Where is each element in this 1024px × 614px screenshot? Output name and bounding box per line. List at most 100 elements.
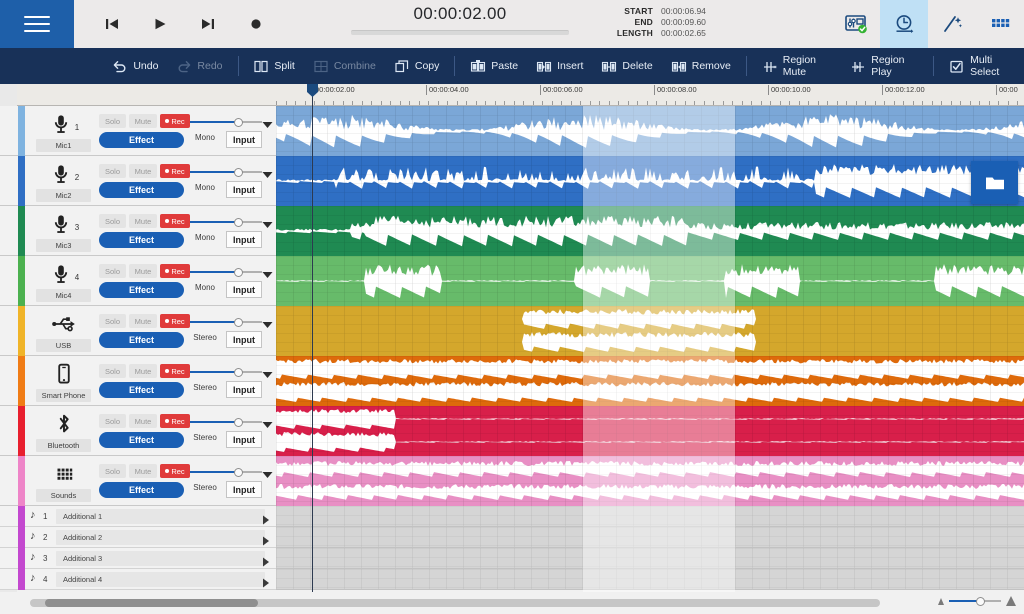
volume-slider-knob[interactable] — [234, 318, 243, 327]
track-waveform[interactable] — [276, 106, 1024, 156]
volume-slider-knob[interactable] — [234, 468, 243, 477]
track-volume-slider[interactable] — [190, 418, 262, 427]
zoom-small-icon[interactable] — [938, 597, 944, 605]
toolbar-multi-select-button[interactable]: Multi Select — [940, 48, 1024, 84]
track-mute-button[interactable]: Mute — [129, 464, 157, 478]
track-volume-slider[interactable] — [190, 118, 262, 127]
track-waveform[interactable] — [276, 456, 1024, 506]
track-waveform[interactable] — [276, 156, 1024, 206]
toolbar-delete-button[interactable]: Delete — [592, 48, 661, 84]
track-expand-chevron-down-icon[interactable] — [262, 316, 273, 334]
track-expand-chevron-down-icon[interactable] — [262, 416, 273, 434]
track-solo-button[interactable]: Solo — [99, 164, 126, 178]
track-mute-button[interactable]: Mute — [129, 314, 157, 328]
track-input-button[interactable]: Input — [226, 431, 262, 448]
track-mute-button[interactable]: Mute — [129, 114, 157, 128]
volume-slider-knob[interactable] — [234, 368, 243, 377]
track-input-button[interactable]: Input — [226, 331, 262, 348]
track-solo-button[interactable]: Solo — [99, 264, 126, 278]
additional-track-name-field[interactable]: Additional 3 — [56, 551, 265, 566]
track-record-button[interactable]: Rec — [160, 114, 190, 128]
horizontal-scrollbar-thumb[interactable] — [45, 599, 258, 607]
track-volume-slider[interactable] — [190, 368, 262, 377]
track-waveform[interactable] — [276, 306, 1024, 356]
track-mute-button[interactable]: Mute — [129, 214, 157, 228]
track-mute-button[interactable]: Mute — [129, 164, 157, 178]
toolbar-region-mute-button[interactable]: Region Mute — [753, 48, 842, 84]
track-volume-slider[interactable] — [190, 268, 262, 277]
track-solo-button[interactable]: Solo — [99, 314, 126, 328]
menu-button[interactable] — [0, 0, 74, 48]
zoom-slider-knob[interactable] — [976, 596, 985, 606]
track-expand-chevron-down-icon[interactable] — [262, 466, 273, 484]
timeline-ruler[interactable]: 00:00:02.00 00:00:04.00 00:00:06.00 00:00:0… — [276, 84, 1024, 106]
track-expand-chevron-down-icon[interactable] — [262, 366, 273, 384]
open-folder-button[interactable] — [971, 161, 1018, 204]
volume-slider-knob[interactable] — [234, 268, 243, 277]
volume-slider-knob[interactable] — [234, 218, 243, 227]
track-effect-button[interactable]: Effect — [99, 332, 184, 348]
zoom-slider[interactable] — [949, 596, 1001, 606]
track-solo-button[interactable]: Solo — [99, 214, 126, 228]
additional-track-body[interactable] — [276, 569, 1024, 590]
additional-track-body[interactable] — [276, 548, 1024, 569]
track-record-button[interactable]: Rec — [160, 414, 190, 428]
track-effect-button[interactable]: Effect — [99, 232, 184, 248]
skip-to-end-button[interactable] — [184, 0, 232, 48]
track-effect-button[interactable]: Effect — [99, 382, 184, 398]
track-waveform[interactable] — [276, 356, 1024, 406]
track-solo-button[interactable]: Solo — [99, 414, 126, 428]
track-input-button[interactable]: Input — [226, 131, 262, 148]
toolbar-copy-button[interactable]: Copy — [385, 48, 449, 84]
track-input-button[interactable]: Input — [226, 381, 262, 398]
track-record-button[interactable]: Rec — [160, 214, 190, 228]
track-waveform[interactable] — [276, 406, 1024, 456]
track-mute-button[interactable]: Mute — [129, 414, 157, 428]
additional-track-name-field[interactable]: Additional 2 — [56, 530, 265, 545]
track-record-button[interactable]: Rec — [160, 364, 190, 378]
track-volume-slider[interactable] — [190, 318, 262, 327]
track-record-button[interactable]: Rec — [160, 164, 190, 178]
track-solo-button[interactable]: Solo — [99, 364, 126, 378]
play-button[interactable] — [136, 0, 184, 48]
record-button[interactable] — [232, 0, 280, 48]
effects-wand-button[interactable] — [928, 0, 976, 48]
track-record-button[interactable]: Rec — [160, 264, 190, 278]
track-effect-button[interactable]: Effect — [99, 432, 184, 448]
track-volume-slider[interactable] — [190, 468, 262, 477]
track-effect-button[interactable]: Effect — [99, 132, 184, 148]
track-input-button[interactable]: Input — [226, 281, 262, 298]
track-effect-button[interactable]: Effect — [99, 182, 184, 198]
track-record-button[interactable]: Rec — [160, 464, 190, 478]
track-waveform[interactable] — [276, 206, 1024, 256]
track-expand-chevron-down-icon[interactable] — [262, 166, 273, 184]
track-record-button[interactable]: Rec — [160, 314, 190, 328]
toolbar-undo-button[interactable]: Undo — [103, 48, 167, 84]
volume-slider-knob[interactable] — [234, 168, 243, 177]
zoom-large-icon[interactable] — [1006, 596, 1016, 606]
horizontal-scrollbar-track[interactable] — [30, 599, 880, 607]
additional-track-name-field[interactable]: Additional 4 — [56, 572, 265, 587]
track-volume-slider[interactable] — [190, 218, 262, 227]
toolbar-split-button[interactable]: Split — [244, 48, 303, 84]
additional-track-name-field[interactable]: Additional 1 — [56, 509, 265, 524]
track-solo-button[interactable]: Solo — [99, 464, 126, 478]
skip-to-start-button[interactable] — [88, 0, 136, 48]
track-mute-button[interactable]: Mute — [129, 364, 157, 378]
toolbar-paste-button[interactable]: Paste — [461, 48, 527, 84]
track-effect-button[interactable]: Effect — [99, 482, 184, 498]
track-expand-chevron-down-icon[interactable] — [262, 266, 273, 284]
grid-apps-button[interactable] — [976, 0, 1024, 48]
timeline-progress-bar[interactable] — [351, 30, 569, 35]
additional-track-body[interactable] — [276, 506, 1024, 527]
track-expand-chevron-down-icon[interactable] — [262, 116, 273, 134]
mixer-settings-button[interactable] — [832, 0, 880, 48]
track-solo-button[interactable]: Solo — [99, 114, 126, 128]
volume-slider-knob[interactable] — [234, 118, 243, 127]
additional-track-expand-chevron-right-icon[interactable] — [262, 575, 270, 593]
additional-track-body[interactable] — [276, 527, 1024, 548]
toolbar-insert-button[interactable]: Insert — [527, 48, 592, 84]
volume-slider-knob[interactable] — [234, 418, 243, 427]
track-effect-button[interactable]: Effect — [99, 282, 184, 298]
toolbar-remove-button[interactable]: Remove — [662, 48, 740, 84]
